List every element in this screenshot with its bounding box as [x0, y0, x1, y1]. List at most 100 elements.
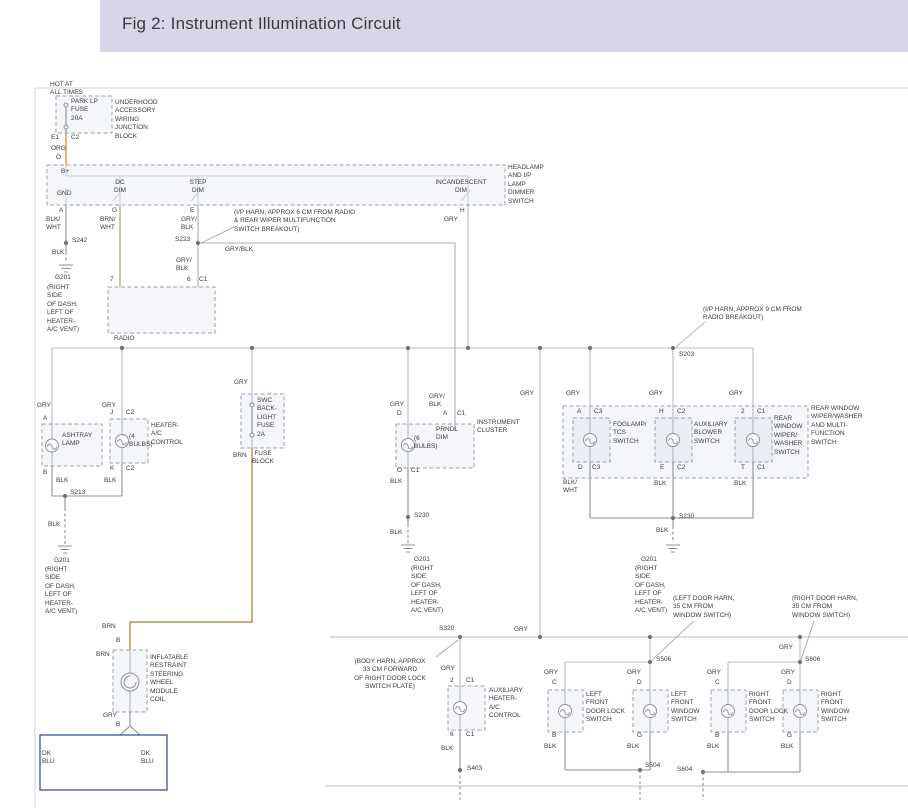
pin-label-cluster-left: D	[397, 410, 402, 418]
note-body-harn: (BODY HARN, APPROX 33 CM FORWARD OF RIGH…	[343, 658, 437, 692]
ground-location-note-c: (RIGHT SIDE OF DASH, LEFT OF HEATER- A/C…	[411, 565, 443, 615]
aux-heater-control-name: AUXILIARY HEATER- A/C CONTROL	[489, 687, 523, 721]
ground-location-note-d: (RIGHT SIDE OF DASH, LEFT OF HEATER- A/C…	[635, 565, 667, 615]
ashtray-lamp-name: ASHTRAY LAMP	[62, 432, 92, 449]
gry-blk-wires	[198, 205, 455, 431]
conn-label-c1-aux-bot: C1	[466, 731, 474, 739]
pin-label-2-wiper: 2	[741, 408, 745, 416]
wire-label-blk-blower: BLK	[654, 480, 666, 488]
ground-label-g201-b: G201	[54, 557, 70, 565]
wire-label-o: O	[56, 154, 61, 162]
dimmer-switch-name: HEADLAMP AND I/P LAMP DIMMER SWITCH	[508, 164, 544, 206]
wire-label-blk-l-lock: BLK	[544, 743, 556, 751]
brn-wire	[130, 448, 252, 650]
pin-label-g-r-window: G	[787, 732, 792, 740]
wire-label-brn-wht: BRN/ WHT	[100, 216, 116, 233]
ground-label-g201-c: G201	[414, 556, 430, 564]
figure-page: Fig 2: Instrument Illumination Circuit	[0, 0, 908, 808]
wire-label-blk-r-lock: BLK	[707, 743, 719, 751]
pin-label-7: 7	[110, 276, 114, 284]
wire-label-dk-blu-right: DK BLU	[141, 750, 154, 767]
conn-label-c3-top: C3	[594, 408, 602, 416]
wire-label-gry-r-window: GRY	[781, 669, 795, 677]
dimmer-step-dim-label: STEP DIM	[185, 179, 211, 196]
wire-label-blk-left-lower: BLK	[48, 521, 60, 529]
wire-label-blk-aux: BLK	[441, 745, 453, 753]
ground-icon-g201-b	[58, 546, 72, 553]
pin-label-e: E	[190, 207, 194, 215]
pin-label-6: 6	[187, 276, 191, 284]
pin-label-a-foglamp: A	[577, 408, 581, 416]
r-door-lock-lamp-icon	[722, 705, 735, 718]
wire-label-blk-r-window: BLK	[781, 743, 793, 751]
splice-label-s506: S506	[656, 656, 671, 664]
dimmer-bplus-label: B+	[61, 168, 69, 176]
wire-label-gry-wiper: GRY	[729, 390, 743, 398]
cluster-bulbs-label: (6 BULBS)	[414, 435, 437, 452]
conn-label-c1-cluster-top: C1	[457, 410, 465, 418]
wire-label-brn-srs: BRN	[96, 651, 110, 659]
ground-label-g201-d: G201	[641, 556, 657, 564]
pin-label-k: K	[110, 465, 114, 473]
splice-label-s604: S604	[677, 766, 692, 774]
pin-label-b-srs-top: B	[116, 637, 120, 645]
wire-label-gry-swc: GRY	[234, 379, 248, 387]
cluster-prndl-label: PRNDL DIM	[436, 426, 458, 443]
wire-label-brn-fuse: BRN	[233, 452, 247, 460]
blower-switch-name: AUXILIARY BLOWER SWITCH	[694, 421, 728, 446]
note-ip-harn-6cm: (I/P HARN, APPROX 6 CM FROM RADIO & REAR…	[234, 209, 355, 234]
pin-label-c2: C2	[71, 134, 79, 142]
pin-label-e1: E1	[51, 134, 59, 142]
heater-control-lamp-icon	[116, 435, 129, 448]
wire-label-gry-bottom-bus: GRY	[514, 626, 528, 634]
wire-label-gry-aux-heater: GRY	[441, 665, 455, 673]
wire-label-blk: BLK	[52, 249, 64, 257]
wire-label-gry-s606-feed: GRY	[779, 644, 793, 652]
wire-label-gry-foglamp: GRY	[566, 390, 580, 398]
conn-label-c2-blower-top: C2	[677, 408, 685, 416]
conn-label-c2-heater-top: C2	[126, 409, 134, 417]
pin-label-e-blower: E	[660, 464, 664, 472]
wire-label-blk-ashtray: BLK	[56, 477, 68, 485]
pin-label-d-r-window: D	[787, 679, 792, 687]
radio-box	[108, 287, 215, 333]
wire-label-gry-srs: GRY	[103, 712, 117, 720]
pin-label-j: J	[110, 409, 113, 417]
instrument-cluster-name: INSTRUMENT CLUSTER	[477, 419, 520, 436]
note-left-door-harn: (LEFT DOOR HARN, 35 CM FROM WINDOW SWITC…	[673, 595, 734, 620]
wire-label-blk-cluster-lower: BLK	[390, 529, 402, 537]
ground-icon-g201-d	[666, 545, 680, 552]
wiper-switch-lamp-icon	[747, 434, 760, 447]
srs-coil-name: INFLATABLE RESTRAINT STEERING WHEEL MODU…	[150, 654, 188, 704]
conn-label-c1-radio: C1	[199, 276, 207, 284]
pin-label-g-l-window: G	[637, 732, 642, 740]
pin-label-c-l-lock: C	[552, 679, 557, 687]
left-window-switch-name: LEFT FRONT WINDOW SWITCH	[671, 691, 700, 725]
heater-ac-control-name: HEATER- A/C CONTROL	[151, 422, 183, 447]
wire-label-blk-l-window: BLK	[627, 743, 639, 751]
heater-bulbs-label: (4 BULBS)	[129, 433, 152, 450]
note-right-door-harn: (RIGHT DOOR HARN, 35 CM FROM WINDOW SWIT…	[792, 595, 858, 620]
left-door-lock-switch-name: LEFT FRONT DOOR LOCK SWITCH	[586, 691, 625, 725]
wire-label-gry-heater: GRY	[102, 402, 116, 410]
dimmer-incand-dim-label: INCANDESCENT DIM	[432, 179, 490, 196]
wire-label-org: ORG	[51, 145, 66, 153]
wire-label-blk-heater: BLK	[104, 477, 116, 485]
conn-label-c1-wiper-top: C1	[757, 408, 765, 416]
cluster-lamp-icon	[402, 439, 415, 452]
fuse-symbols	[64, 103, 254, 437]
wire-label-gry: GRY	[444, 216, 458, 224]
splice-label-s320: S320	[439, 625, 454, 633]
wire-label-gry-r-lock: GRY	[707, 669, 721, 677]
ground-location-note-b: (RIGHT SIDE OF DASH, LEFT OF HEATER- A/C…	[45, 566, 77, 616]
conn-label-c2-heater-bot: C2	[126, 465, 134, 473]
wire-label-blk-wiper: BLK	[734, 480, 746, 488]
pin-label-a-ashtray: A	[43, 415, 47, 423]
conn-label-c3-bot: C3	[592, 464, 600, 472]
aux-heater-lamp-icon	[454, 702, 467, 715]
fuse-block-name: FUSE BLOCK	[243, 450, 283, 467]
splice-label-s242: S242	[72, 237, 87, 245]
junction-block-label: UNDERHOOD ACCESSORY WIRING JUNCTION BLOC…	[115, 99, 158, 141]
pin-label-b-r-lock: B	[715, 732, 719, 740]
right-window-switch-name: RIGHT FRONT WINDOW SWITCH	[821, 691, 850, 725]
